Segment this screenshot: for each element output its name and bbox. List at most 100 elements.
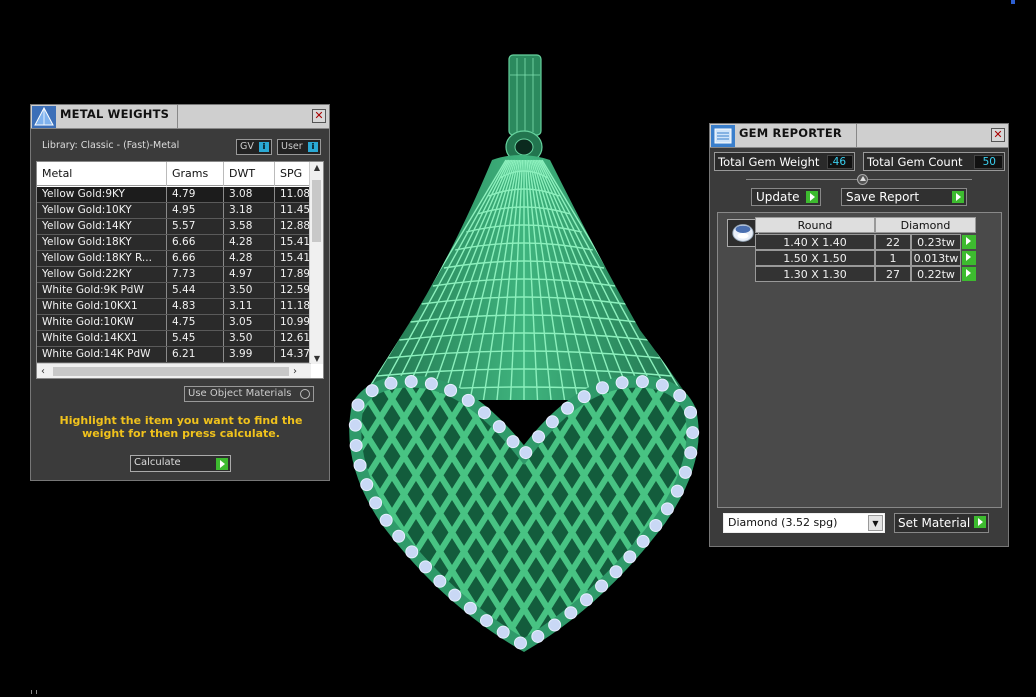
gem-slider[interactable] — [746, 174, 972, 185]
user-toggle[interactable]: User i — [277, 139, 321, 155]
cell-grams: 6.66 — [167, 235, 224, 250]
cell-grams: 6.66 — [167, 251, 224, 266]
scroll-right-icon[interactable]: › — [293, 364, 297, 378]
gem-setting — [655, 378, 669, 392]
play-arrow-icon[interactable] — [952, 191, 964, 203]
chevron-down-icon[interactable]: ▼ — [868, 515, 883, 531]
gem-setting — [684, 405, 698, 419]
table-row[interactable]: Yellow Gold:10KY 4.95 3.18 11.45 — [37, 203, 315, 219]
scroll-thumb[interactable] — [53, 367, 289, 376]
table-row[interactable]: Yellow Gold:18KY R... 6.66 4.28 15.41 — [37, 251, 315, 267]
cell-dwt: 4.97 — [224, 267, 275, 282]
gem-setting — [686, 426, 700, 440]
table-row[interactable]: Yellow Gold:22KY 7.73 4.97 17.89 — [37, 267, 315, 283]
gem-setting — [424, 377, 438, 391]
table-row[interactable]: White Gold:9K PdW 5.44 3.50 12.59 — [37, 283, 315, 299]
column-header-dwt[interactable]: DWT — [224, 162, 275, 186]
close-button[interactable]: ✕ — [991, 128, 1005, 142]
gem-setting — [384, 376, 398, 390]
table-row[interactable]: White Gold:14KX1 5.45 3.50 12.61 — [37, 331, 315, 347]
scroll-up-icon[interactable]: ▲ — [310, 163, 323, 172]
gem-setting — [548, 618, 562, 632]
cell-grams: 7.73 — [167, 267, 224, 282]
gem-cell-weight: 0.22tw — [911, 266, 961, 282]
play-arrow-icon[interactable] — [962, 251, 976, 265]
gem-setting — [360, 478, 374, 492]
gem-reporter-title: GEM REPORTER — [739, 126, 842, 140]
column-header-grams[interactable]: Grams — [167, 162, 224, 186]
update-button[interactable]: Update — [751, 188, 821, 206]
gem-material-header: Diamond — [875, 217, 976, 233]
total-gem-count-label: Total Gem Count — [867, 155, 963, 169]
metal-weights-titlebar[interactable]: METAL WEIGHTS ✕ — [31, 105, 329, 129]
table-row[interactable]: White Gold:14K PdW 6.21 3.99 14.37 — [37, 347, 315, 363]
gem-cell-weight: 0.23tw — [911, 234, 961, 250]
calculate-button[interactable]: Calculate — [130, 455, 231, 472]
hint-text: Highlight the item you want to find the … — [59, 414, 303, 440]
table-row[interactable]: Yellow Gold:18KY 6.66 4.28 15.41 — [37, 235, 315, 251]
play-arrow-icon[interactable] — [806, 191, 818, 203]
total-gem-count-value: 50 — [974, 155, 1003, 169]
gem-setting — [349, 438, 363, 452]
gem-setting — [623, 550, 637, 564]
scroll-left-icon[interactable]: ‹ — [41, 364, 45, 378]
metal-table: Metal Grams DWT SPG Yellow Gold:9KY 4.79 3… — [36, 161, 324, 379]
cell-metal: White Gold:10KW — [37, 315, 167, 330]
gem-cell-size: 1.40 X 1.40 — [755, 234, 875, 250]
gem-setting — [461, 393, 475, 407]
cell-dwt: 4.28 — [224, 235, 275, 250]
gem-reporter-titlebar[interactable]: GEM REPORTER ✕ — [710, 124, 1008, 148]
gem-row[interactable]: 1.50 X 1.50 1 0.013tw — [755, 250, 995, 266]
radio-icon[interactable] — [300, 389, 310, 399]
table-row[interactable]: Yellow Gold:14KY 5.57 3.58 12.88 — [37, 219, 315, 235]
table-row[interactable]: Yellow Gold:9KY 4.79 3.08 11.08 — [37, 187, 315, 203]
close-button[interactable]: ✕ — [312, 109, 326, 123]
gem-setting — [564, 606, 578, 620]
gem-setting — [496, 625, 510, 639]
material-select-value: Diamond (3.52 spg) — [728, 516, 838, 529]
report-icon — [711, 125, 735, 147]
scroll-down-icon[interactable]: ▼ — [310, 354, 323, 363]
slider-knob[interactable] — [857, 174, 868, 185]
title-separator — [177, 105, 178, 128]
vertical-scrollbar[interactable]: ▲ ▼ — [309, 162, 323, 364]
use-object-materials-option[interactable]: Use Object Materials — [184, 386, 314, 402]
gem-row[interactable]: 1.40 X 1.40 22 0.23tw — [755, 234, 995, 250]
gem-setting — [577, 390, 591, 404]
cell-grams: 4.83 — [167, 299, 224, 314]
column-header-metal[interactable]: Metal — [37, 162, 167, 186]
play-arrow-icon[interactable] — [216, 458, 228, 470]
table-row[interactable]: White Gold:10KW 4.75 3.05 10.99 — [37, 315, 315, 331]
gem-cell-count: 22 — [875, 234, 911, 250]
gem-row[interactable]: 1.30 X 1.30 27 0.22tw — [755, 266, 995, 282]
total-gem-weight-label: Total Gem Weight — [718, 155, 820, 169]
play-arrow-icon[interactable] — [962, 235, 976, 249]
total-gem-count-field: Total Gem Count 50 — [863, 152, 1005, 171]
gv-toggle[interactable]: GV i — [236, 139, 272, 155]
cell-grams: 4.75 — [167, 315, 224, 330]
gem-setting — [405, 545, 419, 559]
gem-setting — [404, 375, 418, 389]
gem-setting — [595, 579, 609, 593]
gem-setting — [348, 418, 362, 432]
save-report-label: Save Report — [846, 190, 920, 204]
gem-setting — [433, 574, 447, 588]
cell-metal: Yellow Gold:18KY — [37, 235, 167, 250]
cell-dwt: 3.11 — [224, 299, 275, 314]
pyramid-icon — [32, 106, 56, 128]
play-arrow-icon[interactable] — [962, 267, 976, 281]
set-material-button[interactable]: Set Material — [894, 513, 989, 533]
gem-setting — [580, 593, 594, 607]
cell-dwt: 3.99 — [224, 347, 275, 362]
gem-setting — [353, 458, 367, 472]
cell-metal: Yellow Gold:18KY R... — [37, 251, 167, 266]
cell-metal: Yellow Gold:22KY — [37, 267, 167, 282]
gem-setting — [660, 502, 674, 516]
horizontal-scrollbar[interactable]: ‹ › — [37, 363, 311, 378]
table-row[interactable]: White Gold:10KX1 4.83 3.11 11.18 — [37, 299, 315, 315]
play-arrow-icon[interactable] — [974, 516, 986, 528]
material-select[interactable]: Diamond (3.52 spg) ▼ — [723, 513, 885, 533]
save-report-button[interactable]: Save Report — [841, 188, 967, 206]
gem-shape-header: Round — [755, 217, 875, 233]
scroll-thumb[interactable] — [312, 180, 321, 242]
